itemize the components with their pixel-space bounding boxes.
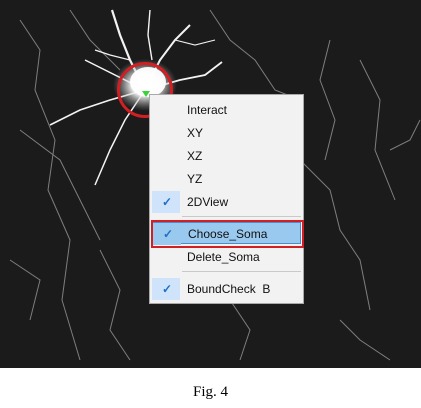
menu-item-xy[interactable]: XY (152, 122, 301, 144)
menu-item-delete-soma[interactable]: Delete_Soma (152, 246, 301, 268)
menu-item-label: XY (187, 126, 204, 140)
menu-item-label: YZ (187, 172, 203, 186)
check-icon-xz (159, 145, 175, 167)
menu-separator (182, 271, 301, 272)
menu-item-yz[interactable]: YZ (152, 168, 301, 190)
checkmark-icon: ✓ (161, 282, 173, 296)
menu-item-2dview[interactable]: ✓ 2DView (152, 191, 301, 213)
context-menu: Interact XY XZ YZ ✓ 2DView ✓ Choose_Soma… (149, 94, 304, 304)
menu-item-label: XZ (187, 149, 203, 163)
menu-separator (182, 216, 301, 217)
figure-caption: Fig. 4 (192, 384, 228, 400)
check-icon-interact (159, 99, 175, 121)
menu-item-label: 2DView (187, 195, 229, 209)
checkmark-icon: ✓ (161, 195, 173, 209)
menu-item-label: Interact (187, 103, 228, 117)
check-icon-yz (159, 168, 175, 190)
check-icon-xy (159, 122, 175, 144)
check-icon-delete-soma (159, 246, 175, 268)
menu-item-boundcheck[interactable]: ✓ BoundCheck B (152, 278, 301, 300)
choose-soma-highlight-box (151, 220, 304, 248)
menu-item-interact[interactable]: Interact (152, 99, 301, 121)
menu-item-label: Delete_Soma (187, 250, 260, 264)
menu-item-xz[interactable]: XZ (152, 145, 301, 167)
menu-item-label: BoundCheck B (187, 282, 271, 296)
